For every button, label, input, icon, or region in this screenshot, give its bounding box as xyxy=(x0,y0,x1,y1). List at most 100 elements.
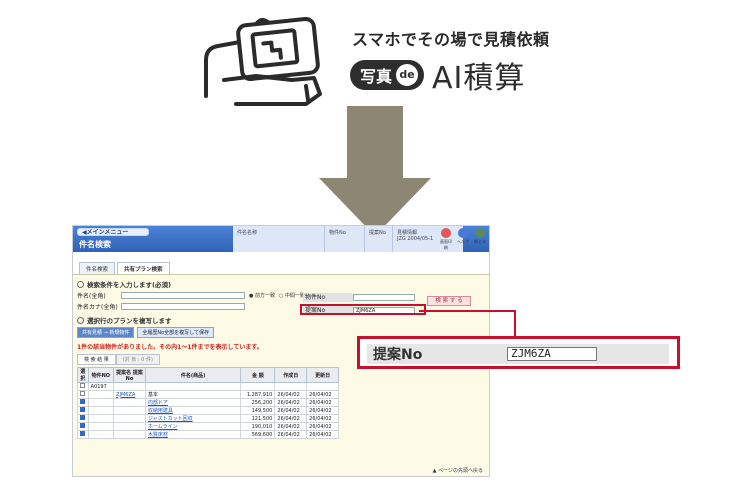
table-row[interactable]: ZJM6ZA 基本 1,287,910 26/04/02 26/04/02 xyxy=(77,390,339,399)
cell-select[interactable] xyxy=(77,390,89,399)
tab-name-search[interactable]: 件名検索 xyxy=(79,262,116,274)
row-checkbox[interactable] xyxy=(80,423,86,428)
cell-updated xyxy=(306,382,339,391)
col-proposal: 提案名 提案No xyxy=(113,367,146,383)
property-no-field: 物件No xyxy=(303,293,415,302)
kana-input[interactable] xyxy=(121,302,245,310)
copy-all-history-button[interactable]: 全履歴No全部を複写して保存 xyxy=(137,327,215,338)
cell-updated: 26/04/02 xyxy=(306,422,339,431)
cell-proposal[interactable] xyxy=(113,406,146,415)
zoom-proposal-input[interactable]: ZJM6ZA xyxy=(507,347,597,361)
cell-proposal[interactable] xyxy=(113,422,146,431)
cell-amount: 256,200 xyxy=(240,398,276,407)
radio-middle-match[interactable]: ○ 中間一致 xyxy=(279,292,305,299)
col-name: 件名(商品) xyxy=(144,367,242,383)
table-row[interactable]: 木質床材 569,600 26/04/02 26/04/02 xyxy=(77,430,339,439)
results-body: A0197 ZJM6ZA 基本 1,287,910 26/04/02 26/04/02 内部… xyxy=(77,382,339,439)
help-button[interactable]: ヘルプ xyxy=(456,228,470,251)
cell-amount: 190,010 xyxy=(240,422,276,431)
table-row[interactable]: ホームライン 190,010 26/04/02 26/04/02 xyxy=(77,422,339,431)
table-row[interactable]: 内部ドア 256,200 26/04/02 26/04/02 xyxy=(77,398,339,407)
table-header-row: 選択 物件NO 提案名 提案No 件名(商品) 金 額 作成日 更新日 xyxy=(77,367,339,383)
cell-name[interactable]: ホームライン xyxy=(144,422,242,431)
cell-proposal[interactable]: ZJM6ZA xyxy=(113,390,146,399)
cell-proposal[interactable] xyxy=(113,414,146,423)
col-select: 選択 xyxy=(77,367,89,383)
main-menu-button[interactable]: ◀メインメニュー xyxy=(77,228,149,236)
badge-text: 写真 xyxy=(360,67,393,86)
cell-select[interactable] xyxy=(77,422,89,431)
down-arrow-icon xyxy=(319,106,431,236)
col-property-no: 物件NO xyxy=(87,367,115,383)
close-button[interactable]: 閉じる xyxy=(473,228,487,251)
tab-target[interactable]: (対 象 : 0 件) xyxy=(115,354,160,365)
cell-updated: 26/04/02 xyxy=(306,406,339,415)
cell-select[interactable] xyxy=(77,430,89,439)
zoom-callout: 提案No ZJM6ZA xyxy=(357,336,680,369)
cell-property-no xyxy=(87,390,115,399)
section-title: 検索条件を入力します(必須) xyxy=(87,281,171,289)
col-amount: 金 額 xyxy=(240,367,276,383)
cell-select[interactable] xyxy=(77,414,89,423)
highlight-box xyxy=(300,304,426,315)
cell-name xyxy=(144,382,242,391)
cell-created xyxy=(274,382,308,391)
cell-name[interactable]: 内部ドア xyxy=(144,398,242,407)
circle-icon xyxy=(77,280,84,288)
radio-prefix-match[interactable]: ● 前方一致 xyxy=(249,292,275,299)
cell-created: 26/04/02 xyxy=(274,398,308,407)
cell-amount: 149,500 xyxy=(240,406,276,415)
row-checkbox[interactable] xyxy=(80,391,86,396)
property-no-label: 物件No xyxy=(303,293,353,302)
photo-badge: 写真 de xyxy=(350,60,425,90)
page-title: 件名検索 xyxy=(79,240,111,249)
tab-search-results[interactable]: 検 索 結 果 xyxy=(77,354,116,365)
print-button[interactable]: 画面印刷 xyxy=(439,228,453,251)
row-checkbox[interactable] xyxy=(80,415,86,420)
cell-amount: 1,287,910 xyxy=(240,390,276,399)
cell-updated: 26/04/02 xyxy=(306,398,339,407)
tab-shared-plan-search[interactable]: 共有プラン検索 xyxy=(117,262,170,274)
zoom-field: 提案No ZJM6ZA xyxy=(367,344,669,364)
back-to-top-link[interactable]: ▲ ページの先頭へ戻る xyxy=(433,467,483,474)
row-checkbox[interactable] xyxy=(80,407,86,412)
copy-to-new-button[interactable]: 共有見積 → 新規物件 xyxy=(77,327,135,338)
phone-photo-icon xyxy=(204,16,322,106)
cell-name[interactable]: ジャストカット回収 xyxy=(144,414,242,423)
col-updated: 更新日 xyxy=(306,367,339,383)
print-label: 画面印刷 xyxy=(440,239,452,250)
table-row[interactable]: 収納用建具 149,500 26/04/02 26/04/02 xyxy=(77,406,339,415)
cell-select[interactable] xyxy=(77,382,89,391)
table-row[interactable]: A0197 xyxy=(77,382,339,391)
header-columns: 件名名称 物件No 提案No 見積情報 JZG 2004/05-1 xyxy=(233,226,463,252)
close-icon xyxy=(475,228,485,238)
cell-select[interactable] xyxy=(77,406,89,415)
search-button[interactable]: 検 索 す る xyxy=(427,296,471,306)
cell-created: 26/04/02 xyxy=(274,430,308,439)
section-search-conditions: 検索条件を入力します(必須) xyxy=(77,279,485,289)
row-checkbox[interactable] xyxy=(80,383,86,388)
cell-amount: 569,600 xyxy=(240,430,276,439)
cell-name[interactable]: 収納用建具 xyxy=(144,406,242,415)
results-table: 選択 物件NO 提案名 提案No 件名(商品) 金 額 作成日 更新日 A019… xyxy=(77,367,339,439)
section-title: 選択行のプランを複写します xyxy=(87,317,172,325)
cell-amount: 121,500 xyxy=(240,414,276,423)
callout-connector xyxy=(419,310,516,336)
header-sub: 2004/05-1 xyxy=(407,236,434,242)
cell-proposal[interactable] xyxy=(113,382,146,391)
header-col: 物件No xyxy=(325,226,365,252)
cell-select[interactable] xyxy=(77,398,89,407)
cell-property-no xyxy=(87,406,115,415)
cell-proposal[interactable] xyxy=(113,398,146,407)
product-name: AI積算 xyxy=(432,61,526,96)
cell-property-no xyxy=(87,414,115,423)
row-checkbox[interactable] xyxy=(80,431,86,436)
cell-proposal[interactable] xyxy=(113,430,146,439)
zoom-proposal-label: 提案No xyxy=(373,347,423,363)
help-label: ヘルプ xyxy=(457,239,469,244)
table-row[interactable]: ジャストカット回収 121,500 26/04/02 26/04/02 xyxy=(77,414,339,423)
property-no-input[interactable] xyxy=(353,294,415,301)
cell-name[interactable]: 木質床材 xyxy=(144,430,242,439)
row-checkbox[interactable] xyxy=(80,399,86,404)
name-input[interactable] xyxy=(121,291,245,299)
